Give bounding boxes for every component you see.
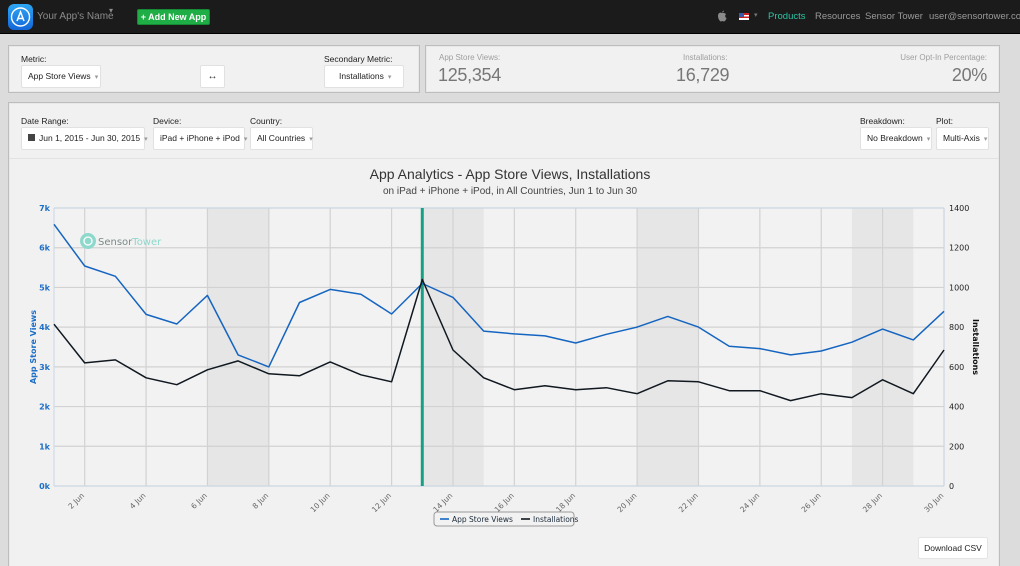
x-tick-label: 18 Jun	[554, 491, 577, 514]
y-right-tick-label: 0	[949, 482, 954, 491]
y-right-axis-title: Installations	[971, 319, 980, 375]
x-tick-label: 26 Jun	[800, 491, 823, 514]
x-tick-label: 14 Jun	[431, 491, 454, 514]
y-left-tick-label: 3k	[39, 363, 51, 372]
y-left-tick-label: 1k	[39, 442, 51, 451]
y-left-tick-label: 0k	[39, 482, 51, 491]
y-right-tick-label: 1000	[949, 283, 969, 292]
x-tick-label: 30 Jun	[922, 491, 945, 514]
y-right-tick-label: 400	[949, 403, 964, 412]
x-tick-label: 20 Jun	[615, 491, 638, 514]
x-tick-label: 16 Jun	[493, 491, 516, 514]
x-tick-label: 24 Jun	[738, 491, 761, 514]
y-right-tick-label: 1400	[949, 204, 969, 213]
y-right-tick-label: 600	[949, 363, 964, 372]
y-right-tick-label: 800	[949, 323, 964, 332]
legend-item[interactable]: Installations	[533, 515, 579, 524]
sensortower-logo-icon	[80, 233, 96, 249]
x-tick-label: 2 Jun	[66, 491, 86, 511]
y-left-tick-label: 6k	[39, 244, 51, 253]
plot-area	[54, 208, 944, 486]
y-left-tick-label: 7k	[39, 204, 51, 213]
x-tick-label: 22 Jun	[677, 491, 700, 514]
x-tick-label: 6 Jun	[189, 491, 209, 511]
y-left-axis-title: App Store Views	[29, 310, 38, 384]
weekend-band	[637, 208, 699, 486]
y-left-tick-label: 4k	[39, 323, 51, 332]
x-tick-label: 4 Jun	[128, 491, 148, 511]
legend-item[interactable]: App Store Views	[452, 515, 513, 524]
x-tick-label: 10 Jun	[309, 491, 332, 514]
weekend-band	[207, 208, 269, 486]
sensortower-watermark: SensorTower	[98, 237, 162, 248]
x-tick-label: 28 Jun	[861, 491, 884, 514]
download-csv-button[interactable]: Download CSV	[918, 537, 988, 559]
y-right-tick-label: 200	[949, 442, 964, 451]
y-right-tick-label: 1200	[949, 244, 969, 253]
x-tick-label: 12 Jun	[370, 491, 393, 514]
x-tick-label: 8 Jun	[251, 491, 271, 511]
analytics-chart[interactable]: 0k 0 1k 200 2k 400 3k 600 4k 800 5k 1000 6k 1200 7k 140…	[0, 0, 1020, 566]
y-left-tick-label: 5k	[39, 283, 51, 292]
y-left-tick-label: 2k	[39, 403, 51, 412]
